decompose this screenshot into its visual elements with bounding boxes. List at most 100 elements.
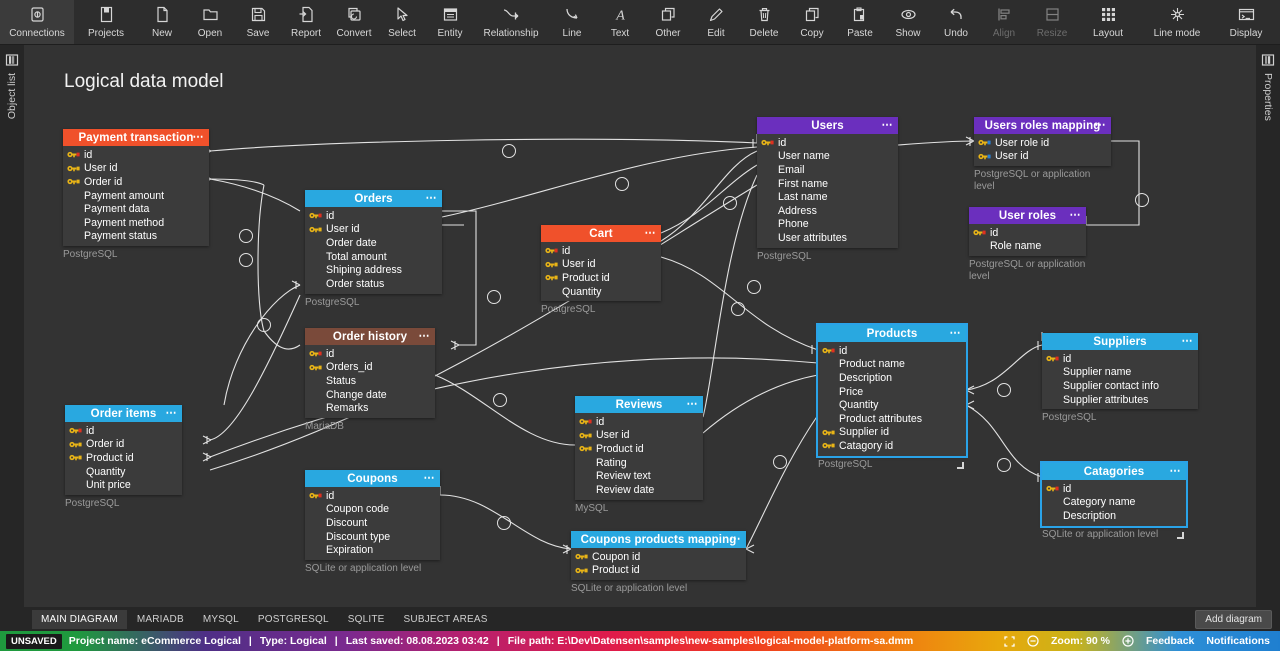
resize-handle[interactable]: [957, 461, 964, 469]
entity-products[interactable]: Products ⋯ id Product name Description Price Q…: [816, 323, 968, 471]
entity-column[interactable]: id: [818, 344, 966, 358]
entity-menu-icon[interactable]: ⋯: [1182, 334, 1194, 348]
fit-screen-icon[interactable]: [1004, 635, 1015, 647]
entity-column[interactable]: Supplier id: [818, 426, 966, 440]
entity-menu-icon[interactable]: ⋯: [950, 326, 962, 340]
entity-column[interactable]: User attributes: [757, 231, 898, 245]
feedback-link[interactable]: Feedback: [1146, 635, 1194, 647]
entity-column[interactable]: id: [305, 347, 435, 361]
entity-column[interactable]: Supplier attributes: [1042, 393, 1198, 407]
entity-box[interactable]: Order items ⋯ id Order id Product id Quantity…: [65, 405, 182, 495]
entity-column[interactable]: Supplier contact info: [1042, 379, 1198, 393]
entity-box[interactable]: Order history ⋯ id Orders_id Status Change da…: [305, 328, 435, 418]
entity-box[interactable]: Products ⋯ id Product name Description Price Q…: [816, 323, 968, 469]
entity-user roles[interactable]: User roles ⋯ id Role name PostgreSQL or appl…: [969, 207, 1086, 283]
entity-header[interactable]: Orders ⋯: [305, 190, 442, 207]
entity-header[interactable]: Cart ⋯: [541, 225, 661, 242]
entity-column[interactable]: Payment amount: [63, 189, 209, 203]
entity-menu-icon[interactable]: ⋯: [193, 130, 205, 144]
entity-column[interactable]: Unit price: [65, 478, 182, 492]
toolbar-button-line mode[interactable]: Line mode: [1140, 0, 1214, 44]
entity-column[interactable]: Product id: [65, 451, 182, 465]
entity-box[interactable]: Users ⋯ id User name Email First name Last nam…: [757, 117, 898, 248]
entity-menu-icon[interactable]: ⋯: [1070, 208, 1082, 222]
resize-handle[interactable]: [1177, 531, 1184, 539]
properties-label[interactable]: Properties: [1262, 73, 1274, 121]
entity-column[interactable]: id: [305, 489, 440, 503]
entity-menu-icon[interactable]: ⋯: [1170, 464, 1182, 478]
entity-column[interactable]: Phone: [757, 218, 898, 232]
entity-menu-icon[interactable]: ⋯: [882, 118, 894, 132]
entity-menu-icon[interactable]: ⋯: [426, 191, 438, 205]
entity-users[interactable]: Users ⋯ id User name Email First name Last nam…: [757, 117, 898, 263]
toolbar-button-layout[interactable]: Layout: [1076, 0, 1140, 44]
entity-order history[interactable]: Order history ⋯ id Orders_id Status Change da…: [305, 328, 435, 433]
properties-rail[interactable]: Properties: [1256, 45, 1280, 607]
entity-menu-icon[interactable]: ⋯: [166, 406, 178, 420]
entity-column[interactable]: Last name: [757, 190, 898, 204]
panel-left-icon[interactable]: [5, 53, 19, 67]
entity-column[interactable]: Quantity: [65, 465, 182, 479]
toolbar-button-new[interactable]: New: [138, 0, 186, 44]
entity-column[interactable]: Catagory id: [818, 439, 966, 453]
object-list-rail[interactable]: Object list: [0, 45, 24, 607]
entity-column[interactable]: id: [305, 209, 442, 223]
toolbar-button-relationship[interactable]: Relationship: [474, 0, 548, 44]
entity-column[interactable]: Payment status: [63, 230, 209, 244]
entity-menu-icon[interactable]: ⋯: [1095, 118, 1107, 132]
entity-box[interactable]: Catagories ⋯ id Category name Description: [1040, 461, 1188, 539]
entity-column[interactable]: Order id: [65, 438, 182, 452]
entity-menu-icon[interactable]: ⋯: [419, 329, 431, 343]
tab-sqlite[interactable]: SQLITE: [339, 610, 394, 629]
entity-column[interactable]: id: [63, 148, 209, 162]
entity-header[interactable]: Reviews ⋯: [575, 396, 703, 413]
entity-header[interactable]: Order history ⋯: [305, 328, 435, 345]
toolbar-button-save[interactable]: Save: [234, 0, 282, 44]
toolbar-button-align[interactable]: Align: [980, 0, 1028, 44]
entity-column[interactable]: Email: [757, 163, 898, 177]
entity-header[interactable]: Order items ⋯: [65, 405, 182, 422]
entity-menu-icon[interactable]: ⋯: [424, 471, 436, 485]
entity-column[interactable]: Order status: [305, 277, 442, 291]
toolbar-button-other[interactable]: Other: [644, 0, 692, 44]
zoom-in-icon[interactable]: [1122, 635, 1134, 647]
entity-box[interactable]: Coupons products mapping ⋯ Coupon id Produc…: [571, 531, 746, 581]
entity-column[interactable]: Payment method: [63, 216, 209, 230]
entity-suppliers[interactable]: Suppliers ⋯ id Supplier name Supplier contac…: [1042, 333, 1198, 424]
panel-right-icon[interactable]: [1261, 53, 1275, 67]
toolbar-button-delete[interactable]: Delete: [740, 0, 788, 44]
entity-column[interactable]: Role name: [969, 240, 1086, 254]
entity-header[interactable]: Users roles mapping ⋯: [974, 117, 1111, 134]
entity-column[interactable]: id: [1042, 482, 1186, 496]
entity-column[interactable]: Change date: [305, 388, 435, 402]
entity-column[interactable]: User id: [974, 150, 1111, 164]
toolbar-button-undo[interactable]: Undo: [932, 0, 980, 44]
toolbar-button-entity[interactable]: Entity: [426, 0, 474, 44]
toolbar-button-copy[interactable]: Copy: [788, 0, 836, 44]
entity-header[interactable]: Coupons products mapping ⋯: [571, 531, 746, 548]
entity-column[interactable]: Product id: [575, 442, 703, 456]
entity-column[interactable]: Quantity: [541, 285, 661, 299]
entity-column[interactable]: Description: [818, 371, 966, 385]
toolbar-button-display[interactable]: Display: [1214, 0, 1278, 44]
entity-column[interactable]: Product id: [541, 271, 661, 285]
entity-cart[interactable]: Cart ⋯ id User id Product id Quantity PostgreS…: [541, 225, 661, 316]
entity-column[interactable]: id: [969, 226, 1086, 240]
toolbar-button-paste[interactable]: Paste: [836, 0, 884, 44]
entity-column[interactable]: Shiping address: [305, 263, 442, 277]
entity-column[interactable]: Review text: [575, 469, 703, 483]
entity-column[interactable]: Category name: [1042, 496, 1186, 510]
toolbar-button-show[interactable]: Show: [884, 0, 932, 44]
entity-column[interactable]: Order id: [63, 175, 209, 189]
toolbar-button-projects[interactable]: Projects: [74, 0, 138, 44]
entity-header[interactable]: User roles ⋯: [969, 207, 1086, 224]
entity-column[interactable]: Status: [305, 374, 435, 388]
entity-catagories[interactable]: Catagories ⋯ id Category name Description SQL…: [1040, 461, 1188, 541]
entity-column[interactable]: Discount: [305, 516, 440, 530]
entity-orders[interactable]: Orders ⋯ id User id Order date Total amount Sh…: [305, 190, 442, 309]
entity-box[interactable]: Suppliers ⋯ id Supplier name Supplier contac…: [1042, 333, 1198, 410]
entity-column[interactable]: Address: [757, 204, 898, 218]
entity-column[interactable]: Total amount: [305, 250, 442, 264]
entity-column[interactable]: id: [575, 415, 703, 429]
notifications-link[interactable]: Notifications: [1206, 635, 1270, 647]
